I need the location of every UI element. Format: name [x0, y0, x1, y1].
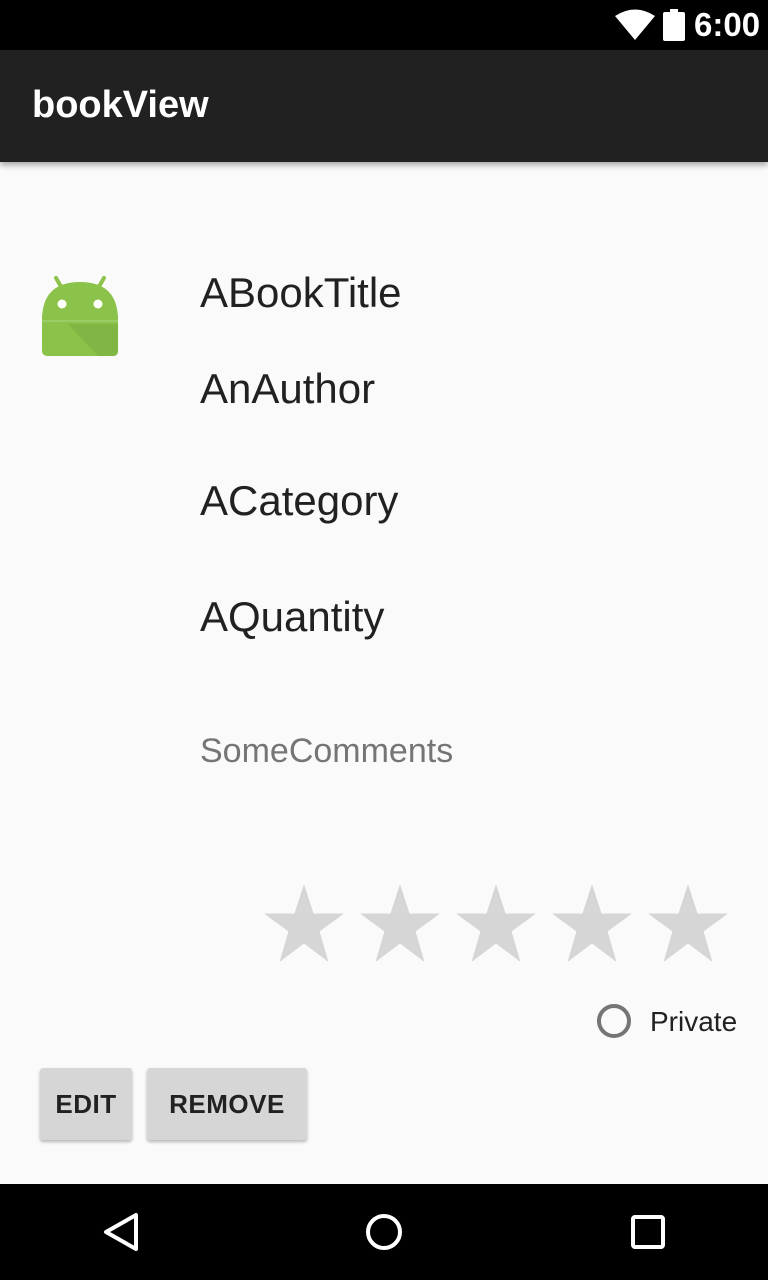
recents-icon[interactable] — [618, 1202, 678, 1262]
navigation-bar — [0, 1184, 768, 1280]
star-icon[interactable] — [646, 882, 730, 966]
star-icon[interactable] — [550, 882, 634, 966]
edit-button[interactable]: EDIT — [40, 1068, 132, 1140]
star-icon[interactable] — [262, 882, 346, 966]
star-icon[interactable] — [454, 882, 538, 966]
star-icon[interactable] — [358, 882, 442, 966]
rating-bar[interactable] — [262, 882, 732, 966]
wifi-icon — [615, 9, 655, 40]
home-icon[interactable] — [354, 1202, 414, 1262]
book-comments: SomeComments — [200, 732, 454, 770]
private-label: Private — [650, 1006, 738, 1037]
back-icon[interactable] — [90, 1202, 150, 1262]
book-category: ACategory — [200, 477, 399, 524]
status-time: 6:00 — [694, 6, 761, 43]
android-icon — [42, 276, 118, 356]
book-author: AnAuthor — [200, 365, 376, 412]
status-bar: 6:00 — [0, 0, 768, 50]
app-bar: bookView — [0, 50, 768, 162]
private-radio-button[interactable]: Private — [596, 1002, 746, 1046]
battery-icon — [663, 9, 685, 41]
book-quantity: AQuantity — [200, 593, 385, 640]
app-title: bookView — [32, 84, 209, 126]
radio-circle-icon[interactable] — [597, 1004, 631, 1038]
remove-button[interactable]: REMOVE — [147, 1068, 307, 1140]
book-title: ABookTitle — [200, 269, 402, 316]
